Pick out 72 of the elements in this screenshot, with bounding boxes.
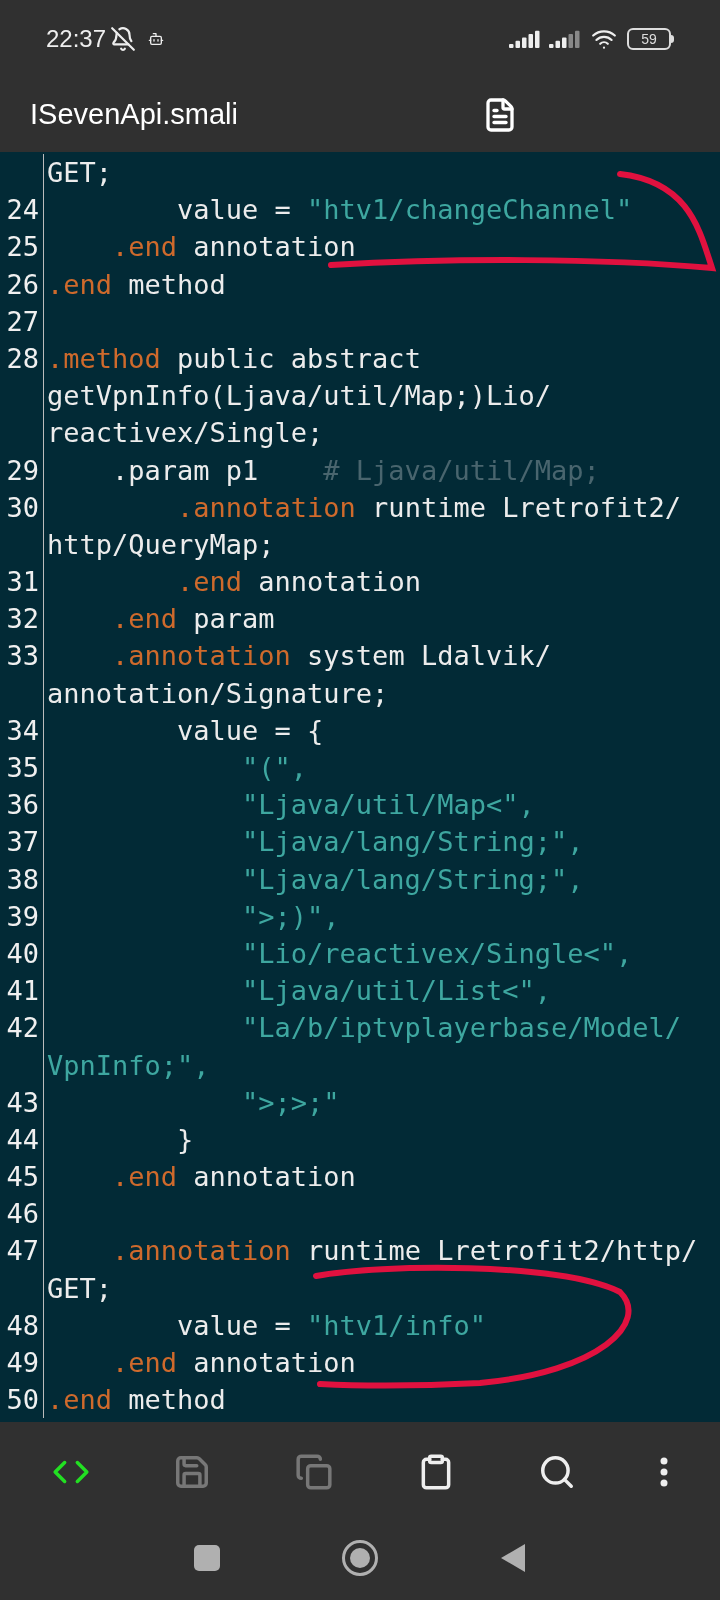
code-line: .end annotation	[111, 1346, 356, 1380]
line-number: 43	[6, 1086, 39, 1118]
signal-icon	[509, 30, 541, 48]
code-line: value = "htv1/info"	[176, 1308, 486, 1343]
bell-off-icon	[110, 26, 137, 52]
line-number: 31	[6, 566, 39, 598]
line-number: 42	[6, 1012, 39, 1044]
line-number: 28	[6, 342, 39, 374]
copy-icon	[295, 1453, 334, 1491]
code-line: "Ljava/lang/String;",	[241, 862, 584, 897]
code-line: .end annotation	[111, 230, 356, 265]
code-line: .end param	[111, 602, 275, 637]
code-line: GET;	[46, 156, 113, 190]
robot-icon	[148, 31, 165, 47]
code-editor[interactable]	[0, 152, 720, 1422]
code-line: "Ljava/lang/String;",	[241, 825, 584, 860]
code-line: VpnInfo;",	[46, 1048, 210, 1083]
line-number: 25	[6, 231, 39, 263]
line-number: 40	[6, 937, 39, 969]
status-time: 22:37	[46, 24, 107, 54]
line-number: 32	[6, 603, 39, 635]
recents-button[interactable]	[193, 1544, 221, 1572]
code-line: }	[176, 1122, 194, 1157]
code-line: .annotation system Ldalvik/	[111, 639, 551, 674]
home-button[interactable]	[341, 1539, 379, 1577]
code-line: "La/b/iptvplayerbase/Model/	[241, 1011, 681, 1046]
code-line: http/QueryMap;	[46, 527, 275, 562]
line-number: 41	[6, 975, 39, 1007]
code-line: "Ljava/util/Map<",	[241, 788, 535, 823]
code-line: GET;	[46, 1271, 113, 1306]
line-number: 35	[6, 752, 39, 783]
code-line: .end annotation	[176, 565, 421, 600]
code-line: annotation/Signature;	[46, 676, 389, 711]
code-line: ">;)",	[241, 899, 340, 934]
line-number: 49	[6, 1347, 39, 1378]
line-number: 46	[6, 1198, 39, 1230]
line-number: 50	[6, 1384, 39, 1416]
line-number: 30	[6, 491, 39, 523]
line-number: 27	[6, 305, 39, 337]
line-number: 45	[6, 1161, 39, 1193]
code-line: getVpnInfo(Ljava/util/Map;)Lio/	[46, 379, 551, 414]
line-number: 38	[6, 863, 39, 895]
code-line: "Lio/reactivex/Single<",	[241, 936, 633, 971]
line-number: 39	[6, 900, 39, 932]
code-line: ">;>;"	[241, 1085, 340, 1120]
code-line: .annotation runtime Lretrofit2/http/	[111, 1234, 698, 1269]
line-number: 26	[6, 268, 39, 300]
line-number: 34	[6, 714, 39, 746]
line-number: 37	[6, 826, 39, 858]
code-line: value = "htv1/changeChannel"	[176, 193, 633, 228]
line-number: 44	[6, 1123, 39, 1155]
signal-icon	[549, 30, 581, 48]
battery-icon: 59	[627, 28, 671, 50]
code-line: .end method	[46, 1383, 226, 1418]
code-line: .param p1 # Ljava/util/Map;	[111, 453, 600, 488]
line-number: 48	[6, 1309, 39, 1341]
code-line: value = {	[176, 713, 324, 748]
code-line: .end method	[46, 267, 226, 302]
more-icon	[660, 1457, 669, 1487]
code-line: .end annotation	[111, 1160, 356, 1195]
code-line: "Ljava/util/List<",	[241, 974, 551, 1009]
code-line: reactivex/Single;	[46, 416, 324, 451]
line-number: 47	[6, 1235, 39, 1267]
line-number: 36	[6, 789, 39, 821]
code-line: .annotation runtime Lretrofit2/	[176, 490, 681, 525]
code-line: .method public abstract	[46, 341, 421, 376]
line-number: 33	[6, 640, 39, 672]
file-title: ISevenApi.smali	[30, 97, 239, 133]
code-line: "(",	[241, 751, 308, 785]
line-number: 24	[6, 194, 39, 226]
back-button[interactable]	[499, 1542, 527, 1574]
line-number: 29	[6, 454, 39, 486]
